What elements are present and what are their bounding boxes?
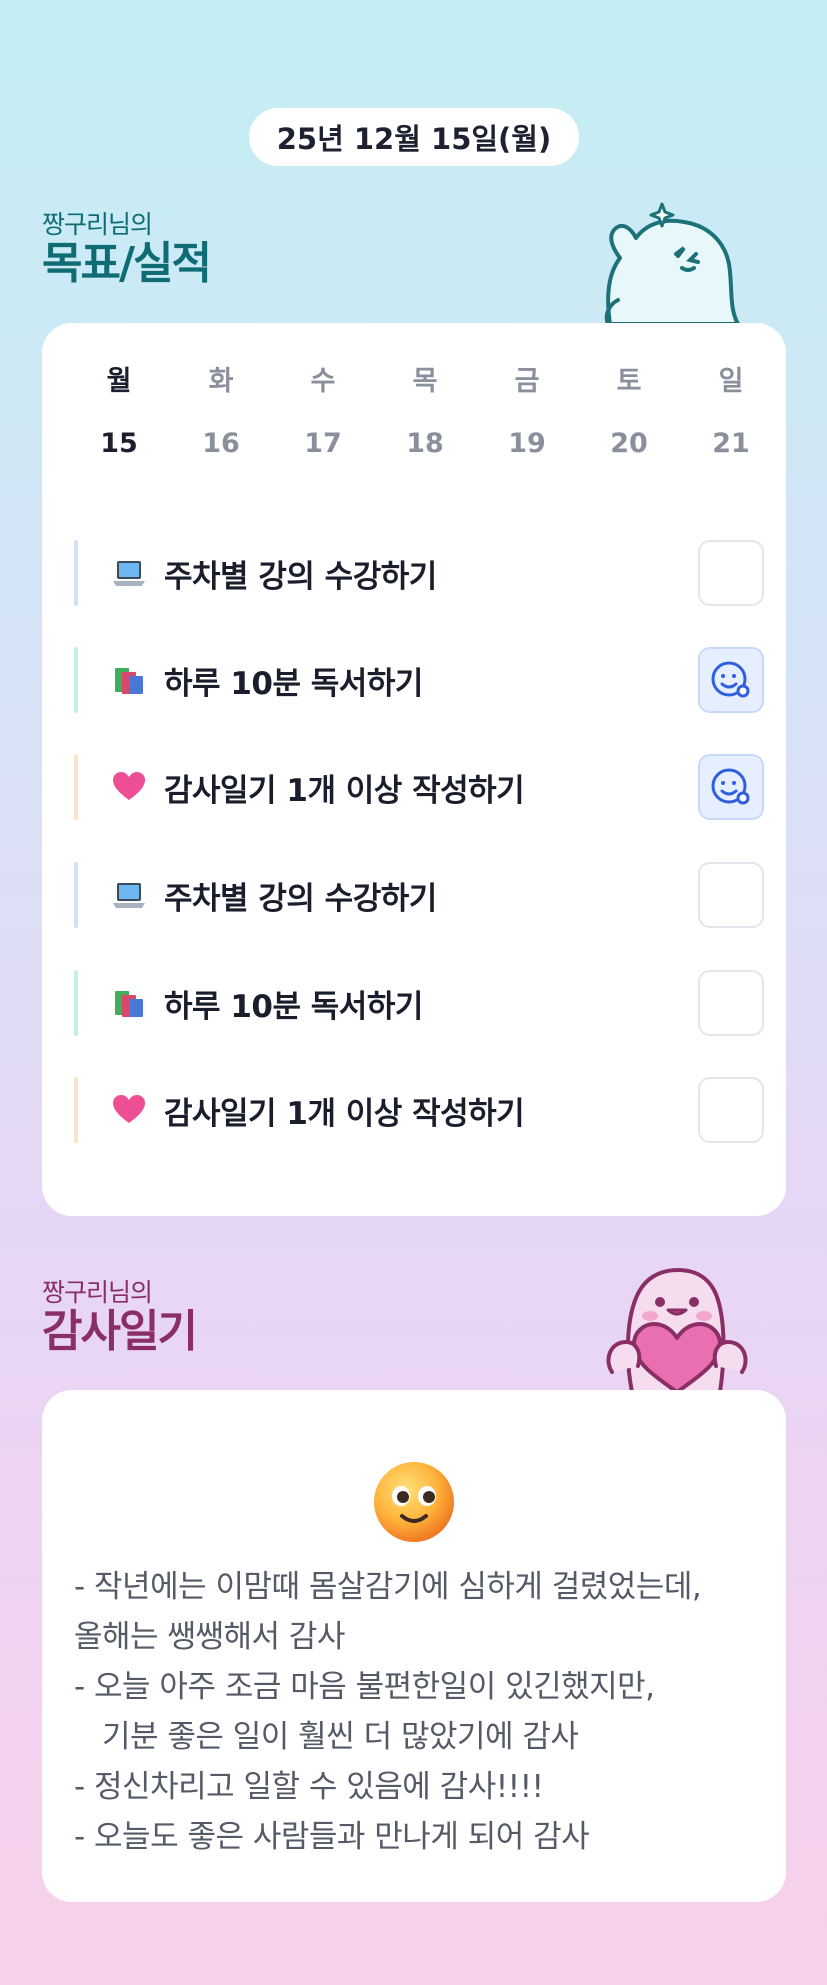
diary-line: - 정신차리고 일할 수 있음에 감사!!!! bbox=[74, 1769, 544, 1805]
goals-card: 월 화 수 목 금 토 일 15 16 17 18 19 20 21 주차별 강… bbox=[42, 323, 786, 1216]
date-pill[interactable]: 25년 12월 15일(월) bbox=[249, 108, 579, 166]
diary-line: - 작년에는 이맘때 몸살감기에 심하게 걸렸었는데, bbox=[74, 1569, 702, 1605]
date-cell-20[interactable]: 20 bbox=[578, 428, 680, 459]
goal-checkbox[interactable] bbox=[698, 1077, 764, 1143]
weekday-fri[interactable]: 금 bbox=[476, 359, 578, 398]
heart-icon bbox=[110, 768, 148, 806]
laptop-icon bbox=[110, 876, 148, 914]
goal-row: 주차별 강의 수강하기 bbox=[74, 862, 764, 928]
diary-line: 올해는 쌩쌩해서 감사 bbox=[74, 1619, 345, 1655]
diary-line: 기분 좋은 일이 훨씬 더 많았기에 감사 bbox=[102, 1719, 579, 1755]
weekday-sun[interactable]: 일 bbox=[680, 359, 782, 398]
goal-color-bar bbox=[74, 1077, 78, 1143]
goal-row: 감사일기 1개 이상 작성하기 bbox=[74, 754, 764, 820]
goal-row: 하루 10분 독서하기 bbox=[74, 970, 764, 1036]
goal-label: 감사일기 1개 이상 작성하기 bbox=[164, 772, 525, 809]
goal-color-bar bbox=[74, 754, 78, 820]
date-cell-15[interactable]: 15 bbox=[68, 428, 170, 459]
goal-checkbox[interactable] bbox=[698, 970, 764, 1036]
goals-section-title: 짱구리님의 목표/실적 bbox=[42, 205, 212, 289]
goal-color-bar bbox=[74, 970, 78, 1036]
diary-card: - 작년에는 이맘때 몸살감기에 심하게 걸렸었는데, 올해는 쌩쌩해서 감사 … bbox=[42, 1390, 786, 1902]
goal-color-bar bbox=[74, 862, 78, 928]
goal-label: 감사일기 1개 이상 작성하기 bbox=[164, 1095, 525, 1132]
goal-checkbox[interactable] bbox=[698, 647, 764, 713]
goals-title: 목표/실적 bbox=[42, 238, 212, 289]
smiling-face-icon bbox=[372, 1460, 456, 1544]
heart-icon bbox=[110, 1091, 148, 1129]
date-label: 25년 12월 15일(월) bbox=[276, 122, 552, 156]
weekday-tue[interactable]: 화 bbox=[170, 359, 272, 398]
diary-subtitle: 짱구리님의 bbox=[42, 1278, 153, 1307]
goal-label: 하루 10분 독서하기 bbox=[164, 988, 423, 1025]
diary-line: - 오늘도 좋은 사람들과 만나게 되어 감사 bbox=[74, 1819, 590, 1855]
goal-color-bar bbox=[74, 647, 78, 713]
goal-label: 주차별 강의 수강하기 bbox=[164, 558, 437, 595]
goals-subtitle: 짱구리님의 bbox=[42, 210, 153, 239]
diary-line: - 오늘 아주 조금 마음 불편한일이 있긴했지만, bbox=[74, 1669, 655, 1705]
smile-check-icon bbox=[711, 768, 750, 805]
books-icon bbox=[110, 661, 148, 699]
weekday-wed[interactable]: 수 bbox=[272, 359, 374, 398]
diary-title: 감사일기 bbox=[42, 1306, 198, 1357]
goal-label: 하루 10분 독서하기 bbox=[164, 665, 423, 702]
weekday-sat[interactable]: 토 bbox=[578, 359, 680, 398]
smile-check-icon bbox=[711, 661, 750, 698]
weekday-thu[interactable]: 목 bbox=[374, 359, 476, 398]
date-cell-16[interactable]: 16 bbox=[170, 428, 272, 459]
mascot-heart-illustration bbox=[592, 1262, 762, 1394]
date-cell-19[interactable]: 19 bbox=[476, 428, 578, 459]
mascot-thumbs-up-illustration bbox=[592, 196, 752, 326]
date-cell-21[interactable]: 21 bbox=[680, 428, 782, 459]
goal-checkbox[interactable] bbox=[698, 540, 764, 606]
date-cell-17[interactable]: 17 bbox=[272, 428, 374, 459]
weekday-mon[interactable]: 월 bbox=[68, 359, 170, 398]
goal-row: 하루 10분 독서하기 bbox=[74, 647, 764, 713]
goal-checkbox[interactable] bbox=[698, 754, 764, 820]
diary-text: - 작년에는 이맘때 몸살감기에 심하게 걸렸었는데, 올해는 쌩쌩해서 감사 … bbox=[74, 1562, 774, 1862]
goal-row: 주차별 강의 수강하기 bbox=[74, 540, 764, 606]
diary-section-title: 짱구리님의 감사일기 bbox=[42, 1273, 198, 1357]
goal-checkbox[interactable] bbox=[698, 862, 764, 928]
date-cell-18[interactable]: 18 bbox=[374, 428, 476, 459]
laptop-icon bbox=[110, 554, 148, 592]
goal-color-bar bbox=[74, 540, 78, 606]
goal-row: 감사일기 1개 이상 작성하기 bbox=[74, 1077, 764, 1143]
goal-label: 주차별 강의 수강하기 bbox=[164, 880, 437, 917]
week-calendar: 월 화 수 목 금 토 일 15 16 17 18 19 20 21 bbox=[68, 359, 782, 459]
books-icon bbox=[110, 984, 148, 1022]
